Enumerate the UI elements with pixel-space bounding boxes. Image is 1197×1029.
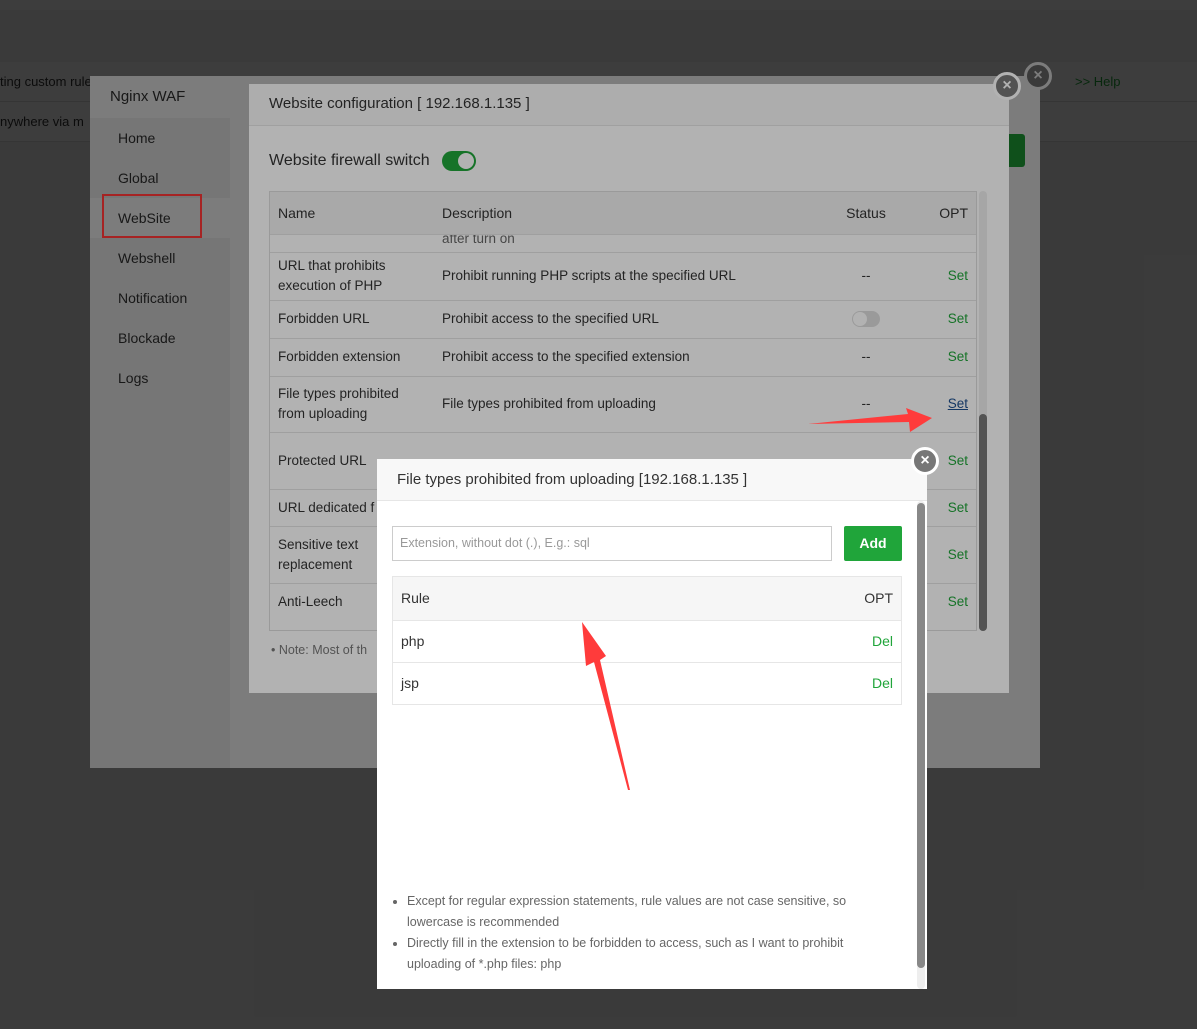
popup-notes: Except for regular expression statements… [407, 891, 887, 975]
delete-link[interactable]: Del [647, 619, 901, 662]
note-item: Except for regular expression statements… [407, 891, 887, 933]
col-rule: Rule [393, 577, 648, 620]
upload-filetypes-popup: File types prohibited from uploading [19… [377, 459, 927, 989]
delete-link[interactable]: Del [647, 661, 901, 704]
note-item: Directly fill in the extension to be for… [407, 933, 887, 975]
scrollbar-thumb[interactable] [917, 503, 925, 968]
popup-title: File types prohibited from uploading [19… [377, 459, 927, 501]
table-row: jsp Del [393, 661, 901, 704]
rule-table: Rule OPT php Del jsp Del [392, 576, 902, 705]
col-opt: OPT [647, 577, 901, 620]
arrow-annotation [808, 408, 932, 432]
add-button[interactable]: Add [844, 526, 902, 561]
table-row: php Del [393, 619, 901, 662]
arrow-annotation [582, 622, 630, 790]
extension-input[interactable]: Extension, without dot (.), E.g.: sql [392, 526, 832, 561]
close-popup-icon[interactable]: × [911, 447, 939, 475]
